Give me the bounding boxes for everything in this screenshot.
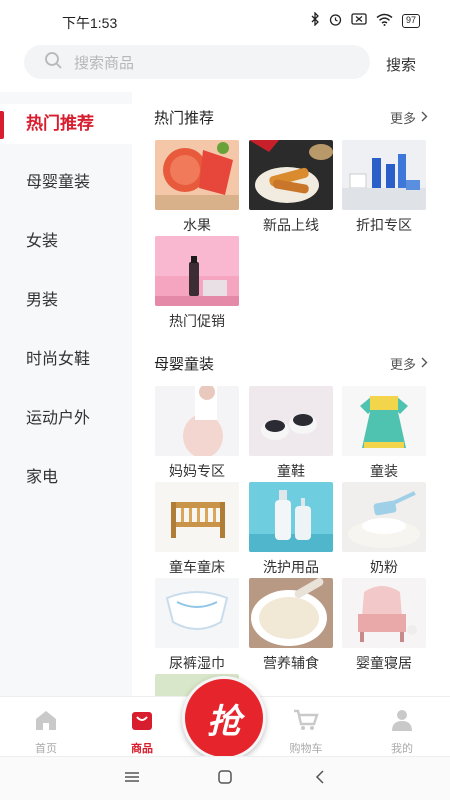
- system-nav-bar: [0, 756, 450, 800]
- grab-label: 抢: [207, 702, 241, 741]
- shopping-bag-icon: [130, 712, 154, 735]
- nav-label: 商品: [131, 743, 153, 755]
- tile-new-arrivals[interactable]: 新品上线: [249, 140, 333, 235]
- tile-label: 童装: [370, 463, 398, 479]
- sidebar-item-appliances[interactable]: 家电: [0, 458, 132, 498]
- sidebar-item-men[interactable]: 男装: [0, 281, 132, 321]
- tile-formula[interactable]: 奶粉: [342, 482, 426, 577]
- nav-label: 首页: [35, 743, 57, 755]
- search-button[interactable]: 搜索: [386, 54, 416, 75]
- tile-fruit[interactable]: 水果: [155, 140, 239, 235]
- diapers-image: [155, 578, 239, 648]
- more-link-baby[interactable]: 更多: [390, 354, 428, 373]
- tile-kids-clothing[interactable]: 童装: [342, 386, 426, 481]
- more-link-hot[interactable]: 更多: [390, 108, 428, 127]
- nav-goods[interactable]: 商品: [112, 709, 172, 756]
- sidebar-item-women[interactable]: 女装: [0, 222, 132, 262]
- tile-label: 热门促销: [169, 313, 225, 329]
- more-label: 更多: [389, 357, 416, 372]
- tile-label: 折扣专区: [356, 217, 412, 233]
- grab-deal-button[interactable]: 抢: [182, 676, 266, 760]
- tile-kids-shoes[interactable]: 童鞋: [249, 386, 333, 481]
- search-placeholder: 搜索商品: [74, 54, 135, 72]
- alarm-icon: [329, 13, 342, 29]
- category-sidebar: 热门推荐 母婴童装 女装 男装 时尚女鞋 运动户外 家电: [0, 92, 132, 696]
- section-title-baby: 母婴童装: [154, 356, 215, 373]
- home-button-icon[interactable]: [217, 769, 233, 790]
- nav-label: 我的: [391, 743, 413, 755]
- nav-home[interactable]: 首页: [16, 709, 76, 756]
- baby-food-image: [249, 578, 333, 648]
- tile-label: 童鞋: [277, 463, 305, 479]
- tile-label: 营养辅食: [263, 655, 319, 671]
- tile-baby-bedding[interactable]: 婴童寝居: [342, 578, 426, 673]
- new-arrivals-image: [249, 140, 333, 210]
- tile-stroller-crib[interactable]: 童车童床: [155, 482, 239, 577]
- status-icons: 97: [310, 11, 420, 29]
- tile-discount[interactable]: 折扣专区: [342, 140, 426, 235]
- mom-image: [155, 386, 239, 456]
- battery-icon: 97: [401, 13, 420, 28]
- sidebar-item-shoes[interactable]: 时尚女鞋: [0, 340, 132, 380]
- bluetooth-icon: [310, 11, 320, 29]
- user-icon: [390, 710, 414, 735]
- fruit-image: [155, 140, 239, 210]
- promotion-image: [155, 236, 239, 306]
- menu-icon[interactable]: [124, 769, 140, 790]
- stroller-crib-image: [155, 482, 239, 552]
- tile-label: 洗护用品: [263, 559, 319, 575]
- status-bar: 下午1:53 97: [0, 0, 450, 40]
- baby-bedding-image: [342, 578, 426, 648]
- tile-mom[interactable]: 妈妈专区: [155, 386, 239, 481]
- section-title-hot: 热门推荐: [154, 110, 215, 127]
- nav-cart[interactable]: 购物车: [276, 709, 336, 756]
- tile-label: 婴童寝居: [356, 655, 412, 671]
- sidebar-item-sports[interactable]: 运动户外: [0, 399, 132, 439]
- category-content: 热门推荐 更多 水果 新品上线 折扣专区 热门促销 母婴童装 更多 妈妈专区 童…: [132, 92, 450, 696]
- chevron-right-icon: [421, 110, 428, 125]
- nav-label: 购物车: [289, 743, 323, 755]
- sidebar-item-baby[interactable]: 母婴童装: [0, 163, 132, 203]
- formula-image: [342, 482, 426, 552]
- search-input[interactable]: 搜索商品: [24, 45, 370, 79]
- sidebar-item-hot[interactable]: 热门推荐: [0, 104, 132, 144]
- tile-label: 尿裤湿巾: [169, 655, 225, 671]
- active-indicator: [0, 111, 4, 139]
- tile-label: 童车童床: [169, 559, 225, 575]
- tile-promotion[interactable]: 热门促销: [155, 236, 239, 331]
- sim-card-icon: [351, 13, 367, 28]
- more-label: 更多: [389, 111, 416, 126]
- tile-diapers[interactable]: 尿裤湿巾: [155, 578, 239, 673]
- chevron-right-icon: [421, 356, 428, 371]
- tile-label: 妈妈专区: [169, 463, 225, 479]
- discount-image: [342, 140, 426, 210]
- kids-clothing-image: [342, 386, 426, 456]
- tile-label: 新品上线: [263, 217, 319, 233]
- tile-label: 水果: [183, 217, 211, 233]
- kids-shoes-image: [249, 386, 333, 456]
- tile-label: 奶粉: [370, 559, 398, 575]
- bath-care-image: [249, 482, 333, 552]
- tile-bath-care[interactable]: 洗护用品: [249, 482, 333, 577]
- search-icon: [44, 51, 74, 74]
- nav-mine[interactable]: 我的: [372, 709, 432, 756]
- wifi-icon: [376, 13, 393, 29]
- cart-icon: [293, 709, 319, 735]
- status-time: 下午1:53: [62, 15, 118, 31]
- tile-baby-food[interactable]: 营养辅食: [249, 578, 333, 673]
- back-icon[interactable]: [314, 769, 326, 790]
- home-icon: [34, 711, 58, 735]
